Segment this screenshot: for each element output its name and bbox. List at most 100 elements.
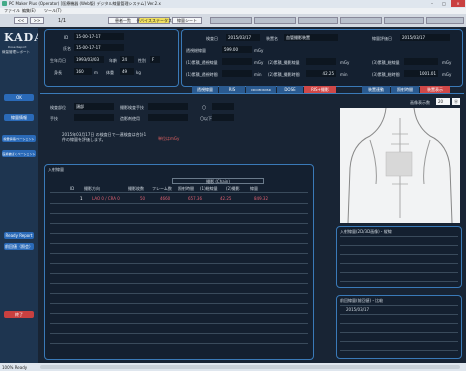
table-row-line — [50, 213, 308, 214]
patient-sex-label: 性別 — [138, 58, 146, 63]
patient-height: 160 — [74, 68, 92, 75]
app-icon — [2, 1, 7, 6]
list2-line — [340, 305, 458, 306]
study-flag-2: 〇以下 — [200, 116, 212, 121]
cum-exposure-dose-label: (2)累積_撮影線量 — [268, 60, 300, 65]
cum-exposure-time: 42.25 — [306, 70, 336, 77]
list1-line — [340, 281, 458, 282]
cum-fluoro-time-unit: min — [254, 72, 262, 77]
study-region: 頭部 — [74, 103, 114, 110]
list1-line — [340, 236, 458, 237]
contrast — [148, 114, 188, 121]
tab-dose[interactable]: DOSE — [277, 86, 303, 93]
sidebar-dose-patient-button[interactable]: 線量情報/ペーシェント — [2, 135, 36, 142]
study-flag-1: 〇 — [202, 105, 206, 110]
body-outline-image — [347, 107, 453, 224]
tab-device-status[interactable]: デバイスステータス — [136, 17, 172, 24]
list2-line — [340, 314, 458, 315]
nav-forward-button[interactable]: >> — [30, 17, 44, 24]
row1-time: 657.36 — [188, 196, 202, 201]
study-technique — [148, 103, 188, 110]
evaluation-date-label: 線量評価日 — [372, 36, 392, 41]
table-row-line — [50, 313, 308, 314]
toolbar-slot-2[interactable] — [254, 17, 296, 24]
row1-total: 42.25 — [220, 196, 232, 201]
sidebar: KADA Dose Report 線量管理レポート OK 線量情報 線量情報/ペ… — [0, 28, 44, 363]
patient-id-label: ID — [64, 35, 69, 40]
evaluation-note: 2015年03月17日 の検査日で一連検査は合計1件の線量を評価します。 — [62, 132, 147, 142]
sidebar-exposure-patient-button[interactable]: 医療被ばくペーシェント — [2, 150, 36, 157]
study-flag-1-value — [212, 103, 234, 110]
previous-dose-list-title: 前回線量(前回値)・比較 — [340, 298, 384, 303]
image-count-select[interactable]: 20 — [436, 98, 450, 105]
fluoro-total: 599.00 — [222, 46, 252, 53]
list1-line — [340, 254, 458, 255]
sidebar-subtitle: 線量管理レポート — [2, 50, 30, 54]
list1-line — [340, 245, 458, 246]
list2-line — [340, 350, 458, 351]
maximize-button[interactable]: □ — [438, 0, 450, 7]
table-row-line — [50, 323, 308, 324]
toolbar-slot-6[interactable] — [426, 17, 464, 24]
cum-total-time-label: (3)累積_総時間 — [372, 72, 400, 77]
previous-dose-row[interactable]: 2015/03/17 — [346, 307, 369, 312]
tab-fluoro-dose[interactable]: 透視線量 — [192, 86, 218, 93]
tab-dose-sheet[interactable]: 線量シート — [172, 17, 202, 24]
unit-note: 単位はmGy — [158, 136, 180, 141]
patient-name-label: 氏名 — [63, 46, 71, 51]
list1-line — [340, 272, 458, 273]
tab-device-link[interactable]: 装置連動 — [362, 86, 390, 93]
toolbar: << >> 1/1 患者一覧 デバイスステータス 線量シート — [0, 14, 466, 27]
table-row-line — [50, 253, 308, 254]
dose-table-panel — [44, 164, 314, 360]
scale-icon[interactable]: Ⓐ — [452, 98, 460, 105]
sidebar-dose-info-button[interactable]: 線量情報 — [4, 114, 34, 121]
tab-device-display[interactable]: 装置表示 — [420, 86, 450, 93]
horizontal-scrollbar[interactable] — [40, 365, 460, 369]
fluoro-total-label: 透視総線量 — [186, 48, 206, 53]
cum-total-time-unit: mGy — [442, 72, 452, 77]
sidebar-ready-report-button[interactable]: Ready Report — [4, 232, 34, 239]
toolbar-slot-4[interactable] — [340, 17, 382, 24]
list2-line — [340, 332, 458, 333]
entrance-dose-list-title: 入射線量(2D/3D画像)・縦線 — [340, 229, 392, 234]
close-button[interactable]: × — [451, 0, 465, 7]
sidebar-previous-button[interactable]: 前回値（照会） — [4, 243, 34, 250]
table-row-line — [50, 223, 308, 224]
nav-back-button[interactable]: << — [14, 17, 28, 24]
patient-height-label: 身長 — [54, 70, 62, 75]
table-group-header: 撮影 (Chain) — [172, 178, 264, 184]
study-room: 血管撮影装置 — [284, 34, 338, 41]
study-room-label: 装置名 — [266, 36, 278, 41]
row1-direction: LAO 0 / CRA 0 — [92, 196, 120, 201]
table-row-line — [50, 233, 308, 234]
study-date-label: 検査日 — [206, 36, 218, 41]
study-technique-label: 撮影検査手技 — [120, 105, 144, 110]
cum-fluoro-time — [222, 70, 252, 77]
study-flag-2-value — [212, 114, 234, 121]
body-diagram — [340, 107, 460, 224]
toolbar-slot-1[interactable] — [210, 17, 252, 24]
cum-fluoro-dose — [222, 58, 252, 65]
tab-exposure-time[interactable]: 照射時間 — [391, 86, 419, 93]
toolbar-slot-5[interactable] — [384, 17, 424, 24]
row1-id: 1 — [80, 196, 83, 201]
table-row-line — [50, 263, 308, 264]
patient-weight: 49 — [120, 68, 134, 75]
cum-fluoro-dose-label: (1)累積_透視線量 — [186, 60, 218, 65]
toolbar-slot-3[interactable] — [298, 17, 338, 24]
patient-age-label: 年齢 — [109, 58, 117, 63]
logo: KADA — [4, 31, 44, 44]
window-title: PC Maker Plus (Operator) [医療機器 (Web版) デジ… — [9, 1, 161, 6]
col-id: ID — [70, 186, 75, 191]
tab-rdsr[interactable]: DICOM RDSR — [246, 86, 276, 93]
sidebar-exit-button[interactable]: 終了 — [4, 311, 34, 318]
sidebar-ok-button[interactable]: OK — [4, 94, 34, 101]
tab-ris[interactable]: RIS — [219, 86, 245, 93]
tab-ris-exposure[interactable]: RIS+撮影 — [304, 86, 336, 93]
minimize-button[interactable]: – — [426, 0, 438, 7]
procedure-label: 手技 — [50, 116, 58, 121]
evaluation-date: 2015/03/17 — [400, 34, 450, 41]
patient-sex: F — [150, 56, 160, 63]
tab-patient-list[interactable]: 患者一覧 — [108, 17, 138, 24]
